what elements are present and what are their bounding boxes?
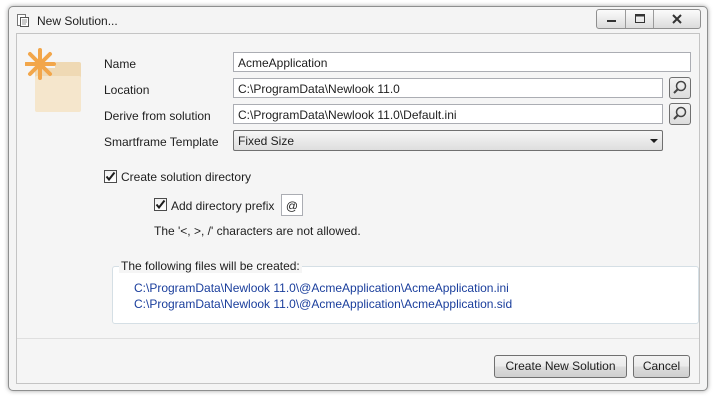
files-group-title: The following files will be created: (119, 259, 302, 273)
folder-star-icon (25, 48, 81, 112)
close-button[interactable] (654, 10, 700, 28)
location-field[interactable]: C:\ProgramData\Newlook 11.0 (233, 78, 663, 98)
minimize-icon (607, 20, 616, 22)
minimize-button[interactable] (597, 10, 626, 28)
app-document-icon (17, 14, 29, 27)
create-new-solution-button[interactable]: Create New Solution (494, 355, 627, 378)
close-icon (672, 14, 682, 24)
add-prefix-label[interactable]: Add directory prefix (171, 199, 274, 213)
invalid-characters-note: The '<, >, /' characters are not allowed… (154, 224, 361, 238)
name-field[interactable]: AcmeApplication (233, 52, 691, 72)
window-controls (596, 9, 701, 29)
location-browse-button[interactable] (669, 77, 691, 99)
derive-field[interactable]: C:\ProgramData\Newlook 11.0\Default.ini (233, 104, 663, 124)
derive-label: Derive from solution (104, 109, 211, 123)
template-selected-value: Fixed Size (238, 134, 295, 148)
checkmark-icon (105, 171, 116, 182)
create-dir-checkbox[interactable] (104, 170, 117, 183)
chevron-down-icon (650, 139, 658, 143)
location-label: Location (104, 83, 150, 97)
search-icon (673, 80, 687, 94)
footer-divider (17, 338, 699, 339)
title-bar[interactable]: New Solution... (9, 7, 707, 33)
add-prefix-checkbox[interactable] (154, 198, 167, 211)
file-path-sid: C:\ProgramData\Newlook 11.0\@AcmeApplica… (134, 297, 513, 311)
derive-browse-button[interactable] (669, 103, 691, 125)
checkmark-icon (155, 199, 166, 210)
new-solution-dialog: New Solution... Name AcmeApplication Loc… (8, 6, 708, 391)
template-label: Smartframe Template (104, 135, 219, 149)
create-dir-label[interactable]: Create solution directory (121, 170, 251, 184)
prefix-field[interactable]: @ (281, 194, 303, 216)
template-select[interactable]: Fixed Size (233, 130, 663, 151)
search-icon (673, 106, 687, 120)
cancel-button[interactable]: Cancel (633, 355, 690, 378)
maximize-icon (635, 14, 645, 23)
maximize-button[interactable] (626, 10, 654, 28)
name-label: Name (104, 57, 137, 71)
window-title: New Solution... (37, 14, 118, 28)
files-group: The following files will be created: C:\… (112, 259, 699, 324)
file-path-ini: C:\ProgramData\Newlook 11.0\@AcmeApplica… (134, 281, 509, 295)
dialog-content: Name AcmeApplication Location C:\Program… (16, 33, 700, 384)
